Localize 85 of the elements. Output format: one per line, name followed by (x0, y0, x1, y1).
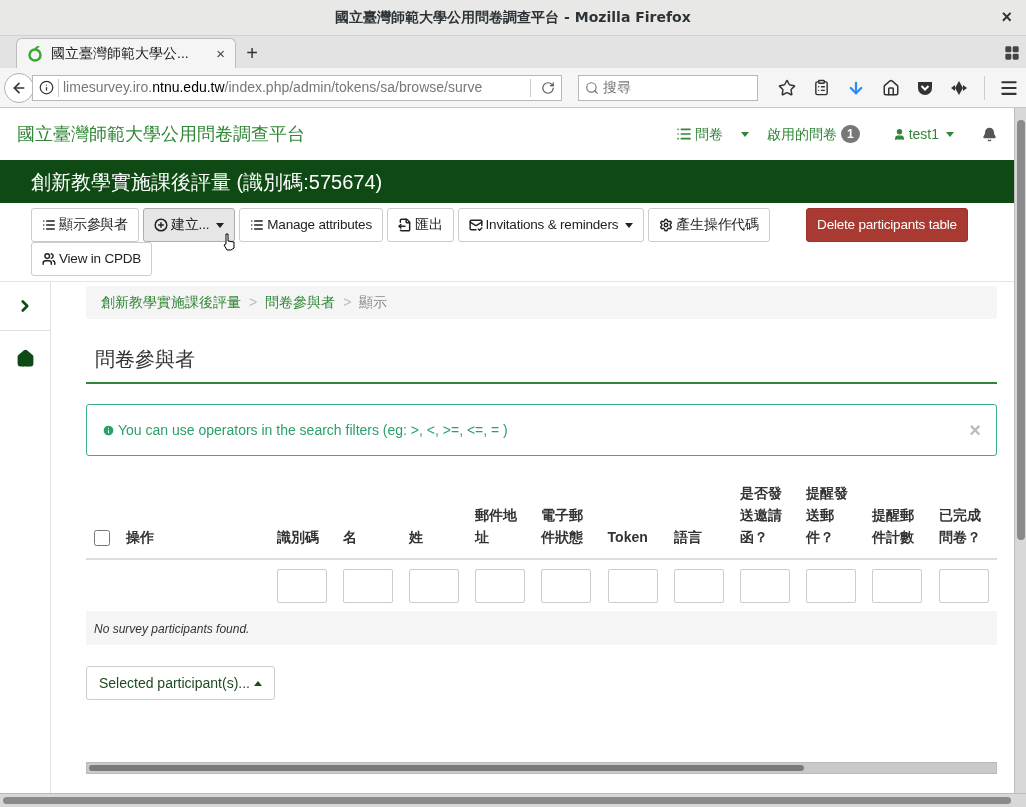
file-export-icon (397, 218, 412, 232)
filter-field[interactable] (806, 569, 857, 603)
column-header: 電子郵件狀態 (533, 482, 600, 559)
delete-button[interactable]: Delete participants table (806, 208, 968, 242)
star-icon[interactable] (778, 78, 796, 97)
settings-icon (659, 218, 674, 232)
window-title: 國立臺灣師範大學公用問卷調查平台 - Mozilla Firefox (335, 8, 691, 27)
column-header: 提醒發送郵件？ (798, 482, 865, 559)
clipboard-icon[interactable] (813, 79, 830, 96)
filter-field[interactable] (607, 569, 658, 603)
selected-participants-button[interactable]: Selected participant(s)... (86, 666, 275, 700)
toolbar-button[interactable]: Manage attributes (239, 208, 383, 242)
filter-field[interactable] (938, 569, 989, 603)
info-icon (39, 80, 54, 95)
filter-field[interactable] (541, 569, 592, 603)
column-header: Token (599, 482, 666, 559)
pointer-cursor-icon (222, 233, 236, 251)
breadcrumb-separator: > (342, 293, 353, 312)
info-icon (102, 423, 115, 437)
column-header: 識別碼 (268, 482, 335, 559)
url-field[interactable]: limesurvey.iro.ntnu.edu.tw/index.php/admin/tokens/sa/browse/surve (32, 74, 562, 101)
home-icon[interactable] (882, 78, 900, 97)
column-header: 名 (334, 482, 401, 559)
active-surveys-link[interactable]: 啟用的問卷 (766, 123, 837, 145)
tab-close-button[interactable]: × (216, 46, 225, 61)
surveys-menu-link[interactable]: 問卷 (675, 123, 723, 145)
alert-text: You can use operators in the search filters (eg: >, <, >=, <=, = ) (118, 420, 508, 440)
brand-link[interactable]: 國立臺灣師範大學公用問卷調查平台 (17, 120, 305, 148)
leaf-icon (27, 45, 43, 62)
search-icon (585, 80, 599, 95)
horizontal-scrollbar[interactable] (86, 762, 997, 774)
filter-field[interactable] (740, 569, 790, 603)
empty-message: No survey participants found. (94, 621, 250, 636)
column-header: 郵件地址 (467, 482, 534, 559)
user-icon (892, 127, 906, 141)
breadcrumb-separator: > (248, 293, 259, 312)
toolbar-button[interactable]: 產生操作代碼 (648, 208, 771, 242)
filter-field[interactable] (475, 569, 526, 603)
home-icon (15, 348, 35, 368)
breadcrumb-link[interactable]: 創新教學實施課後評量 (101, 292, 241, 313)
plus-circle-icon (154, 218, 168, 232)
caret-icon (253, 680, 262, 686)
breadcrumb-link[interactable]: 問卷參與者 (265, 292, 336, 313)
page-heading: 問卷參與者 (95, 347, 196, 372)
column-header: 操作 (118, 482, 269, 559)
count-badge: 1 (840, 125, 860, 143)
caret-icon (740, 132, 749, 138)
user-menu-link[interactable]: test1 (892, 123, 954, 145)
tab-title: 國立臺灣師範大學公... (51, 44, 190, 63)
url-text: limesurvey.iro.ntnu.edu.tw/index.php/admin/tokens/sa/browse/surve (63, 78, 484, 97)
reload-icon[interactable] (541, 80, 555, 95)
filter-field[interactable] (276, 569, 327, 603)
filter-field[interactable] (342, 569, 393, 603)
column-header: 提醒郵件計數 (864, 482, 931, 559)
list-icon (250, 218, 265, 232)
grid-icon[interactable] (1004, 45, 1020, 61)
mail-check-icon (468, 218, 483, 232)
toolbar-button[interactable]: 匯出 (386, 208, 454, 242)
breadcrumb-current: 顯示 (359, 293, 388, 312)
close-button[interactable]: × (1001, 8, 1012, 26)
browser-tab[interactable]: 國立臺灣師範大學公... × (16, 38, 236, 68)
list-icon (42, 218, 56, 232)
vertical-scrollbar[interactable] (1014, 108, 1026, 793)
search-input[interactable]: 搜尋 (603, 77, 743, 98)
column-header: 已完成問卷？ (930, 482, 997, 559)
column-header: 語言 (665, 482, 732, 559)
search-field[interactable]: 搜尋 (578, 74, 758, 101)
select-all-checkbox[interactable] (94, 530, 110, 547)
column-header: 是否發送邀請函？ (732, 482, 799, 559)
new-tab-button[interactable]: + (236, 38, 268, 68)
page-horizontal-scrollbar[interactable] (0, 793, 1026, 807)
column-header: 姓 (401, 482, 468, 559)
toolbar-button[interactable]: View in CPDB (31, 242, 153, 276)
bell-icon[interactable] (982, 126, 997, 142)
survey-title: 創新教學實施課後評量 (識別碼:575674) (31, 169, 383, 195)
toolbar-button[interactable]: Invitations & reminders (457, 208, 645, 242)
list-icon (675, 126, 692, 142)
filter-field[interactable] (409, 569, 459, 603)
back-button[interactable] (4, 72, 34, 103)
toolbar-button[interactable]: 顯示參與者 (31, 208, 139, 242)
users-icon (42, 252, 56, 266)
filter-field[interactable] (673, 569, 724, 603)
shield-icon[interactable] (917, 79, 933, 96)
caret-icon (946, 131, 954, 137)
filter-field[interactable] (872, 569, 923, 603)
